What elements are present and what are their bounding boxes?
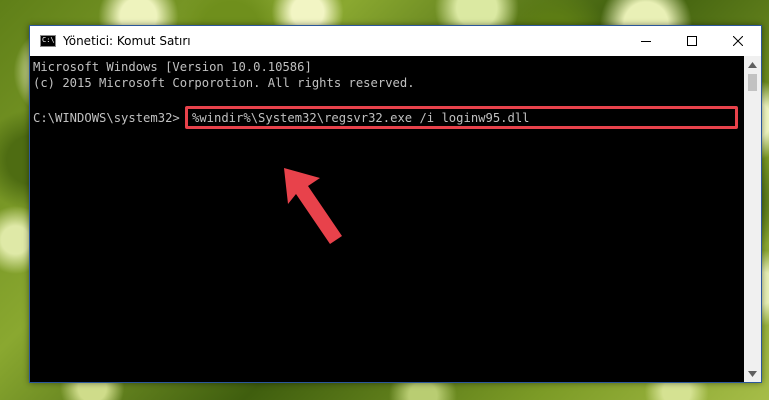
chevron-down-icon bbox=[748, 370, 757, 377]
console-prompt: C:\WINDOWS\system32> bbox=[33, 111, 180, 125]
minimize-button[interactable] bbox=[623, 26, 669, 56]
maximize-icon bbox=[687, 36, 697, 46]
vertical-scrollbar[interactable] bbox=[744, 56, 761, 382]
console-line-version: Microsoft Windows [Version 10.0.10586] bbox=[33, 60, 312, 74]
minimize-icon bbox=[641, 41, 651, 42]
console-line-copyright: (c) 2015 Microsoft Corporotion. All righ… bbox=[33, 76, 415, 90]
scroll-up-button[interactable] bbox=[744, 56, 761, 73]
cmd-icon: C:\ bbox=[40, 35, 56, 47]
chevron-up-icon bbox=[748, 61, 757, 68]
maximize-button[interactable] bbox=[669, 26, 715, 56]
arrow-up-left-icon bbox=[284, 168, 342, 244]
scroll-thumb[interactable] bbox=[748, 74, 757, 91]
command-highlight-box bbox=[185, 106, 738, 129]
close-button[interactable] bbox=[715, 26, 761, 56]
close-icon bbox=[733, 36, 743, 46]
title-bar[interactable]: C:\ Yönetici: Komut Satırı bbox=[30, 26, 761, 56]
window-title: Yönetici: Komut Satırı bbox=[63, 34, 191, 48]
console-output[interactable]: Microsoft Windows [Version 10.0.10586] (… bbox=[30, 56, 744, 382]
caption-buttons bbox=[623, 26, 761, 56]
command-prompt-window: C:\ Yönetici: Komut Satırı Microsoft Win… bbox=[29, 25, 762, 383]
scroll-down-button[interactable] bbox=[744, 365, 761, 382]
